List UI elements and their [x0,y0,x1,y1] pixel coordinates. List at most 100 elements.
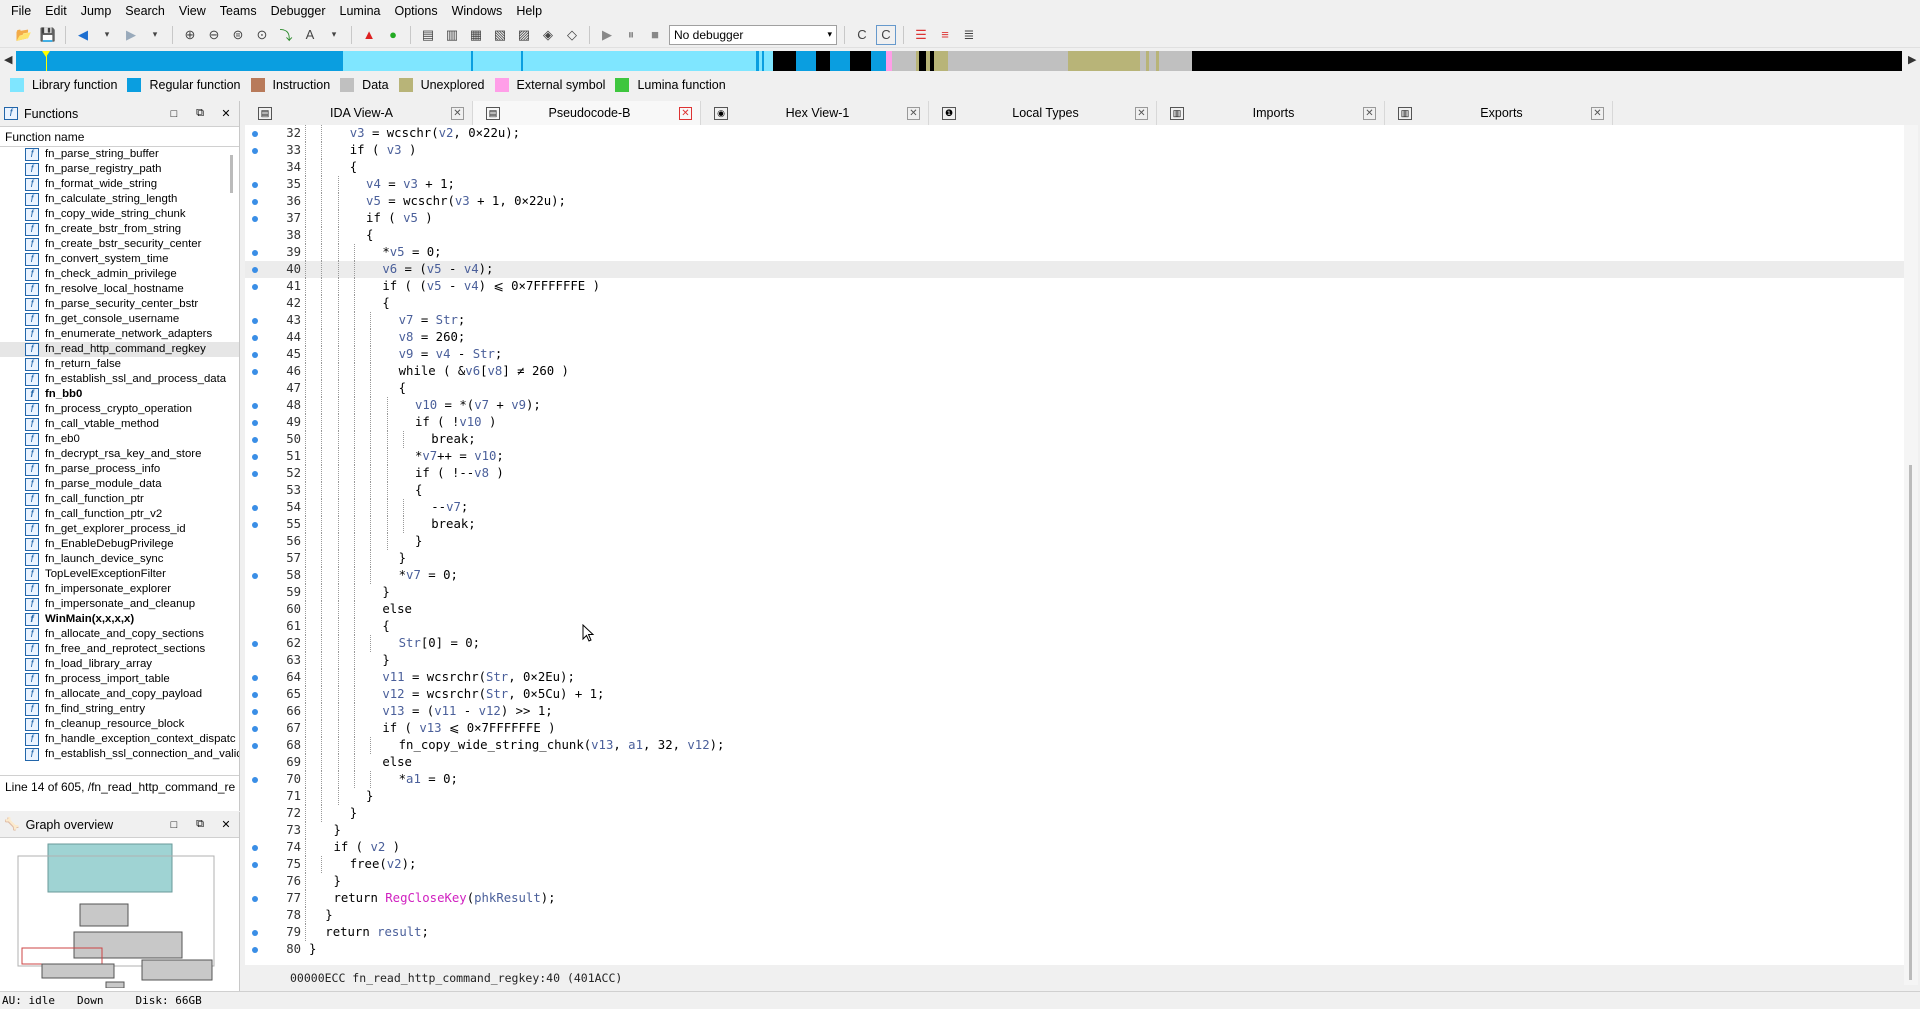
breakpoint-dot-icon[interactable] [252,199,258,205]
breakpoint-dot-icon[interactable] [252,284,258,290]
code-line[interactable]: 71} [245,788,1905,805]
code-line[interactable]: 78} [245,907,1905,924]
menu-options[interactable]: Options [388,0,445,22]
code-line[interactable]: 61 { [245,618,1905,635]
function-list-item[interactable]: f fn_enumerate_network_adapters [0,327,239,342]
breakpoint-dot-icon[interactable] [252,947,258,953]
list-red-icon[interactable]: ≡ [935,25,955,45]
code-line[interactable]: 34 { [245,159,1905,176]
nav-right-icon[interactable]: ▶ [1908,53,1916,66]
run-icon[interactable]: ▶ [597,25,617,45]
function-list-item[interactable]: f fn_load_library_array [0,657,239,672]
breakpoint-dot-icon[interactable] [252,845,258,851]
breakpoint-dot-icon[interactable] [252,267,258,273]
nav-left-icon[interactable]: ◀ [4,53,12,66]
segment-icon[interactable]: ⊕ [180,25,200,45]
breakpoint-dot-icon[interactable] [252,454,258,460]
breakpoint-dot-icon[interactable] [252,352,258,358]
breakpoint-dot-icon[interactable] [252,403,258,409]
save-icon[interactable]: 💾 [38,25,58,45]
data-icon[interactable]: ▥ [442,25,462,45]
close-icon[interactable]: ✕ [217,818,235,831]
breakpoint-dot-icon[interactable] [252,930,258,936]
menu-jump[interactable]: Jump [74,0,119,22]
code-line[interactable]: 79 return result; [245,924,1905,941]
close-icon[interactable]: ✕ [907,106,920,120]
function-list-item[interactable]: f fn_process_import_table [0,672,239,687]
function-list-item[interactable]: f fn_call_function_ptr_v2 [0,507,239,522]
function-list-item[interactable]: f fn_call_vtable_method [0,417,239,432]
jump-icon[interactable]: ⤵ [276,25,296,45]
function-list-item[interactable]: f fn_find_string_entry [0,702,239,717]
breakpoint-dot-icon[interactable] [252,726,258,732]
function-list-item[interactable]: f fn_read_http_command_regkey [0,342,239,357]
code-line[interactable]: 46 while ( &v6[v8] ≠ 260 ) [245,363,1905,380]
function-list-item[interactable]: f fn_launch_device_sync [0,552,239,567]
function-list-item[interactable]: f fn_allocate_and_copy_sections [0,627,239,642]
code-line[interactable]: 77 return RegCloseKey(phkResult); [245,890,1905,907]
code-line[interactable]: 56} [245,533,1905,550]
function-list-item[interactable]: f fn_establish_ssl_connection_and_valic [0,747,239,762]
text-search-icon[interactable]: A [300,25,320,45]
function-list-item[interactable]: f fn_impersonate_explorer [0,582,239,597]
code-line[interactable]: 64 v11 = wcsrchr(Str, 0×2Eu); [245,669,1905,686]
undefine-icon[interactable]: ▨ [514,25,534,45]
code-line[interactable]: 63} [245,652,1905,669]
close-icon[interactable]: ✕ [1363,106,1376,120]
decompile-all-icon[interactable]: C [876,24,896,45]
pause-icon[interactable]: ⏸ [621,25,641,45]
menu-debugger[interactable]: Debugger [264,0,333,22]
tab-pseudocode-b[interactable]: ▤ Pseudocode-B ✕ [473,101,701,125]
breakpoint-dot-icon[interactable] [252,216,258,222]
menu-teams[interactable]: Teams [213,0,264,22]
code-line[interactable]: 48 v10 = *(v7 + v9); [245,397,1905,414]
pseudocode-scrollbar[interactable] [1904,125,1918,985]
function-list-item[interactable]: f WinMain(x,x,x,x) [0,612,239,627]
function-list-item[interactable]: f fn_calculate_string_length [0,192,239,207]
maximize-icon[interactable]: □ [165,819,183,831]
forward-dropdown-icon[interactable]: ▾ [145,25,165,45]
array-icon[interactable]: ▧ [490,25,510,45]
function-list-item[interactable]: f fn_parse_module_data [0,477,239,492]
code-line[interactable]: 45 v9 = v4 - Str; [245,346,1905,363]
lumina-icon[interactable]: ● [383,25,403,45]
function-list-item[interactable]: f fn_format_wide_string [0,177,239,192]
function-list-item[interactable]: f fn_get_console_username [0,312,239,327]
function-list-item[interactable]: f fn_parse_registry_path [0,162,239,177]
function-list-item[interactable]: f fn_establish_ssl_and_process_data [0,372,239,387]
breakpoint-dot-icon[interactable] [252,522,258,528]
function-list-item[interactable]: f fn_convert_system_time [0,252,239,267]
code-line[interactable]: 44 v8 = 260; [245,329,1905,346]
breakpoint-dot-icon[interactable] [252,148,258,154]
code-line[interactable]: 38 { [245,227,1905,244]
code-line[interactable]: 74 if ( v2 ) [245,839,1905,856]
stop-debug-icon[interactable]: ■ [645,25,665,45]
function-list-item[interactable]: f fn_decrypt_rsa_key_and_store [0,447,239,462]
code-line[interactable]: 37 if ( v5 ) [245,210,1905,227]
function-list-item[interactable]: f fn_bb0 [0,387,239,402]
maximize-icon[interactable]: □ [165,108,183,120]
breakpoint-dot-icon[interactable] [252,675,258,681]
back-dropdown-icon[interactable]: ▾ [97,25,117,45]
menu-file[interactable]: File [4,0,38,22]
tab-imports[interactable]: ▥ Imports ✕ [1157,101,1385,125]
code-line[interactable]: 47 { [245,380,1905,397]
code-line[interactable]: 55 break; [245,516,1905,533]
breakpoint-dot-icon[interactable] [252,692,258,698]
code-line[interactable]: 70 *a1 = 0; [245,771,1905,788]
name-icon[interactable]: ⊜ [228,25,248,45]
function-icon[interactable]: ⊖ [204,25,224,45]
close-icon[interactable]: ✕ [217,107,235,120]
code-line[interactable]: 50 break; [245,431,1905,448]
breakpoint-dot-icon[interactable] [252,505,258,511]
back-icon[interactable]: ◀ [73,25,93,45]
function-list-item[interactable]: f fn_resolve_local_hostname [0,282,239,297]
list-icon[interactable]: ☰ [911,25,931,45]
breakpoint-icon[interactable]: ◇ [562,25,582,45]
code-line[interactable]: 72} [245,805,1905,822]
breakpoint-dot-icon[interactable] [252,743,258,749]
code-line[interactable]: 40 v6 = (v5 - v4); [245,261,1905,278]
graph-icon[interactable]: ◈ [538,25,558,45]
code-line[interactable]: 75 free(v2); [245,856,1905,873]
function-list-item[interactable]: f fn_parse_process_info [0,462,239,477]
